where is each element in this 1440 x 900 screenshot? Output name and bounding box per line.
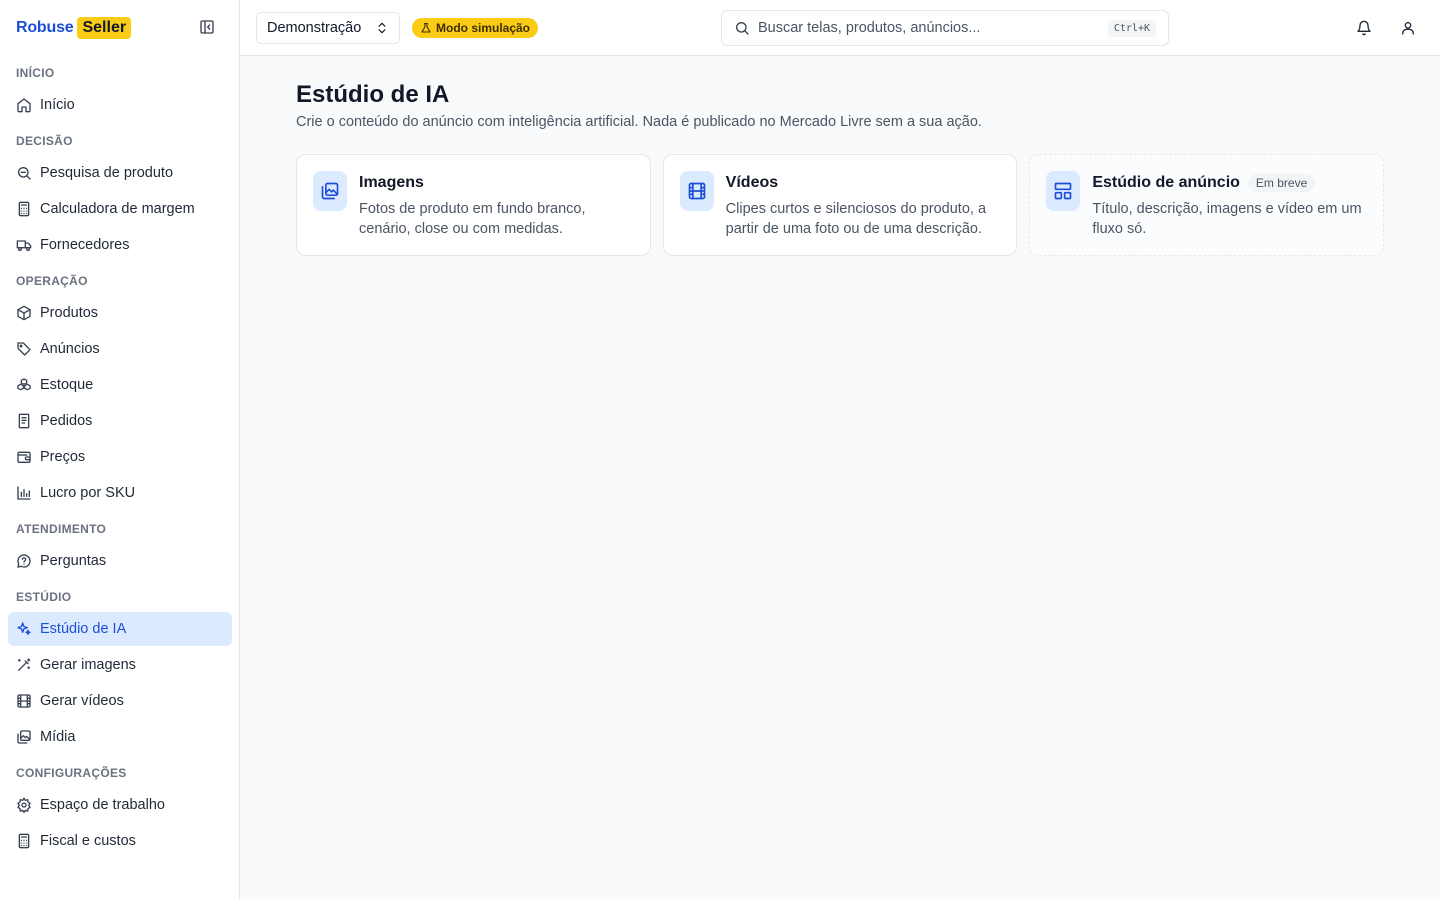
package-icon — [17, 305, 31, 321]
notifications-button[interactable] — [1353, 17, 1375, 39]
sidebar-item-pedidos[interactable]: Pedidos — [8, 404, 232, 438]
coming-soon-badge: Em breve — [1247, 174, 1316, 192]
sidebar-item-label: Calculadora de margem — [40, 201, 195, 217]
sidebar-item-label: Anúncios — [40, 341, 100, 357]
simulation-mode-badge: Modo simulação — [412, 18, 539, 38]
workspace-select-value: Demonstração — [267, 20, 362, 36]
sidebar-nav: INÍCIO Início DECISÃO Pesquisa de produt… — [0, 64, 240, 860]
nav-section-label: OPERAÇÃO — [16, 274, 88, 288]
search-shortcut-hint: Ctrl+K — [1107, 19, 1156, 37]
image-plus-icon — [321, 182, 339, 200]
sidebar-item-precos[interactable]: Preços — [8, 440, 232, 474]
card-imagens[interactable]: Imagens Fotos de produto em fundo branco… — [296, 154, 651, 256]
layout-icon — [1055, 182, 1072, 200]
sidebar-item-anuncios[interactable]: Anúncios — [8, 332, 232, 366]
gear-icon — [17, 797, 31, 813]
sidebar-item-inicio[interactable]: Início — [8, 88, 232, 122]
sidebar-item-label: Estoque — [40, 377, 94, 393]
sidebar-item-label: Lucro por SKU — [40, 485, 136, 501]
nav-section-label: ESTÚDIO — [16, 590, 72, 604]
sidebar-item-label: Produtos — [40, 305, 99, 321]
search-placeholder: Buscar telas, produtos, anúncios... — [758, 20, 981, 36]
sidebar-item-espaco-trabalho[interactable]: Espaço de trabalho — [8, 788, 232, 822]
sidebar-item-lucro-sku[interactable]: Lucro por SKU — [8, 476, 232, 510]
sidebar-item-fiscal-custos[interactable]: Fiscal e custos — [8, 824, 232, 858]
sidebar-item-label: Pesquisa de produto — [40, 165, 174, 181]
card-icon — [313, 171, 347, 211]
question-icon — [17, 554, 31, 568]
page-title: Estúdio de IA — [296, 81, 450, 108]
simulation-mode-label: Modo simulação — [436, 21, 531, 35]
boxes-icon — [17, 378, 31, 391]
calculator-icon — [18, 833, 30, 849]
brand-logo[interactable]: Robuse Seller — [16, 16, 132, 40]
wallet-icon — [17, 451, 31, 463]
search-icon — [736, 22, 749, 35]
sidebar-collapse-button[interactable] — [196, 16, 218, 38]
sidebar-item-label: Mídia — [40, 729, 76, 745]
chart-icon — [17, 486, 31, 500]
studio-cards: Imagens Fotos de produto em fundo branco… — [296, 154, 1385, 256]
sidebar-item-pesquisa[interactable]: Pesquisa de produto — [8, 156, 232, 190]
sidebar-item-fornecedores[interactable]: Fornecedores — [8, 228, 232, 262]
card-icon — [1046, 171, 1081, 211]
sidebar-item-label: Fiscal e custos — [40, 833, 136, 849]
film-icon — [688, 182, 706, 200]
card-title: Imagens — [359, 174, 424, 191]
main-content: Estúdio de IA Crie o conteúdo do anúncio… — [296, 80, 1385, 256]
tag-icon — [17, 342, 31, 356]
home-icon — [17, 98, 31, 113]
sidebar-item-perguntas[interactable]: Perguntas — [8, 544, 232, 578]
sidebar-item-label: Gerar vídeos — [40, 693, 124, 709]
sidebar-item-produtos[interactable]: Produtos — [8, 296, 232, 330]
nav-section-label: ATENDIMENTO — [16, 522, 107, 536]
card-icon — [679, 171, 714, 211]
sidebar-item-midia[interactable]: Mídia — [8, 720, 232, 754]
nav-section-label: INÍCIO — [16, 66, 55, 80]
wand-icon — [18, 658, 31, 671]
receipt-icon — [18, 413, 30, 429]
sidebar: Robuse Seller INÍCIO Início DECISÃO Pesq… — [0, 0, 240, 900]
workspace-select[interactable]: Demonstração — [256, 12, 400, 44]
sparkles-icon — [17, 622, 31, 635]
truck-icon — [16, 240, 32, 251]
card-description: Título, descrição, imagens e vídeo em um… — [1092, 201, 1362, 237]
bell-icon — [1357, 20, 1371, 36]
sidebar-item-gerar-videos[interactable]: Gerar vídeos — [8, 684, 232, 718]
sidebar-item-calculadora[interactable]: Calculadora de margem — [8, 192, 232, 226]
sidebar-item-label: Espaço de trabalho — [40, 797, 165, 813]
card-videos[interactable]: Vídeos Clipes curtos e silenciosos do pr… — [662, 154, 1018, 256]
page-subtitle: Crie o conteúdo do anúncio com inteligên… — [296, 114, 982, 130]
film-icon — [17, 694, 31, 708]
sidebar-item-label: Fornecedores — [40, 237, 130, 253]
sidebar-item-label: Gerar imagens — [40, 657, 136, 673]
top-header: Demonstração Modo simulação Buscar telas… — [240, 0, 1440, 56]
sidebar-item-label: Perguntas — [40, 553, 107, 569]
sidebar-item-estoque[interactable]: Estoque — [8, 368, 232, 402]
global-search-input[interactable]: Buscar telas, produtos, anúncios... Ctrl… — [721, 10, 1169, 46]
sidebar-item-label: Início — [40, 97, 75, 113]
nav-section-label: CONFIGURAÇÕES — [16, 766, 127, 780]
images-icon — [17, 730, 31, 744]
brand-badge: Seller — [77, 17, 132, 39]
card-description: Clipes curtos e silenciosos do produto, … — [725, 201, 987, 237]
panel-left-icon — [200, 20, 214, 34]
card-title: Estúdio de anúncio — [1092, 174, 1240, 191]
chevrons-up-down-icon — [378, 22, 386, 34]
sidebar-item-label: Pedidos — [40, 413, 93, 429]
card-estudio-anuncio: Estúdio de anúncio Em breve Título, desc… — [1029, 154, 1385, 256]
search-icon — [18, 167, 31, 180]
card-description: Fotos de produto em fundo branco, cenári… — [359, 201, 586, 237]
brand-name: Robuse — [16, 19, 74, 36]
sidebar-item-label: Preços — [40, 449, 86, 465]
sidebar-item-estudio-ia[interactable]: Estúdio de IA — [8, 612, 232, 646]
flask-icon — [421, 22, 431, 33]
nav-section-label: DECISÃO — [16, 134, 73, 148]
calculator-icon — [18, 201, 30, 217]
user-menu-button[interactable] — [1397, 17, 1419, 39]
user-icon — [1402, 22, 1414, 35]
sidebar-item-gerar-imagens[interactable]: Gerar imagens — [8, 648, 232, 682]
sidebar-item-label: Estúdio de IA — [40, 621, 127, 637]
card-title: Vídeos — [725, 174, 779, 191]
